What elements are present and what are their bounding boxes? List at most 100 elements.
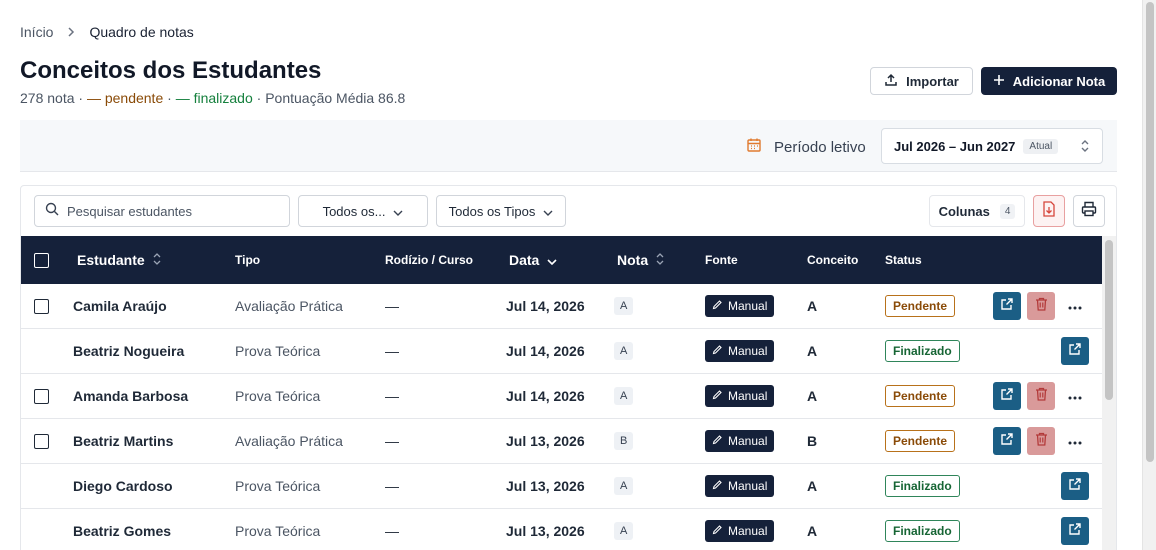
grades-table-card: Todos os... Todos os Tipos Colunas 4 — [20, 185, 1117, 550]
column-header-concept: Conceito — [807, 253, 859, 267]
delete-button[interactable] — [1027, 292, 1055, 320]
open-button[interactable] — [1061, 472, 1089, 500]
more-horizontal-icon — [1068, 297, 1082, 315]
period-value: Jul 2026 – Jun 2027 — [894, 138, 1016, 154]
add-grade-button[interactable]: Adicionar Nota — [981, 67, 1117, 95]
printer-icon — [1081, 201, 1097, 222]
sort-icon — [153, 252, 161, 268]
export-pdf-button[interactable] — [1033, 195, 1065, 227]
pencil-icon — [712, 479, 723, 493]
columns-button[interactable]: Colunas 4 — [929, 195, 1025, 227]
grade-date: Jul 14, 2026 — [506, 298, 585, 314]
page-scrollbar[interactable] — [1142, 0, 1156, 550]
summary-separator: · — [252, 90, 266, 106]
table-scrollbar[interactable] — [1102, 236, 1116, 550]
grade-badge: A — [614, 297, 634, 315]
breadcrumb-current: Quadro de notas — [89, 24, 194, 40]
rotation-course: — — [385, 523, 399, 539]
source-badge: Manual — [705, 295, 775, 317]
source-badge: Manual — [705, 520, 775, 542]
summary-finished: — finalizado — [175, 90, 253, 106]
calendar-icon — [746, 137, 762, 157]
select-all-checkbox[interactable] — [34, 236, 49, 284]
more-actions-button[interactable] — [1061, 382, 1089, 410]
assessment-type: Prova Teórica — [235, 478, 321, 494]
file-download-icon — [1042, 200, 1056, 222]
status-badge: Finalizado — [885, 340, 960, 362]
add-grade-button-label: Adicionar Nota — [1012, 73, 1106, 89]
grade-date: Jul 13, 2026 — [506, 523, 585, 539]
rotation-course: — — [385, 388, 399, 404]
page-title: Conceitos dos Estudantes — [20, 57, 322, 84]
table-row: Amanda Barbosa Prova Teórica — Jul 14, 2… — [21, 374, 1102, 419]
row-checkbox[interactable] — [34, 433, 49, 449]
trash-icon — [1035, 432, 1048, 451]
print-button[interactable] — [1073, 195, 1105, 227]
source-cell: Manual — [705, 419, 775, 463]
breadcrumb-home-link[interactable]: Início — [20, 24, 53, 40]
status-cell: Finalizado — [885, 329, 960, 373]
grade-date: Jul 14, 2026 — [506, 388, 585, 404]
open-button[interactable] — [993, 382, 1021, 410]
delete-button[interactable] — [1027, 382, 1055, 410]
source-badge: Manual — [705, 475, 775, 497]
columns-button-label: Colunas — [938, 203, 990, 219]
open-button[interactable] — [993, 427, 1021, 455]
assessment-type: Avaliação Prática — [235, 433, 343, 449]
status-badge: Finalizado — [885, 475, 960, 497]
status-cell: Finalizado — [885, 464, 960, 508]
table-scrollbar-thumb[interactable] — [1105, 240, 1113, 400]
checkbox[interactable] — [34, 252, 49, 268]
rotation-course: — — [385, 478, 399, 494]
pencil-icon — [712, 524, 723, 538]
student-name: Amanda Barbosa — [73, 388, 189, 404]
summary-separator: · — [74, 90, 87, 106]
grade-badge: A — [614, 477, 634, 495]
source-cell: Manual — [705, 329, 775, 373]
row-checkbox[interactable] — [34, 298, 49, 314]
external-link-icon — [1000, 297, 1014, 316]
more-actions-button[interactable] — [1061, 292, 1089, 320]
column-header-student[interactable]: Estudante — [77, 236, 161, 284]
concept-value: A — [807, 298, 818, 314]
status-cell: Pendente — [885, 284, 956, 328]
more-actions-button[interactable] — [1061, 427, 1089, 455]
column-header-date[interactable]: Data — [509, 236, 557, 284]
table-header: Estudante Tipo Rodízio / Curso Data Nota… — [21, 236, 1102, 284]
source-cell: Manual — [705, 284, 775, 328]
status-badge: Pendente — [885, 385, 956, 407]
column-header-rotation: Rodízio / Curso — [385, 253, 473, 267]
status-filter-dropdown[interactable]: Todos os... — [298, 195, 428, 227]
open-button[interactable] — [1061, 337, 1089, 365]
page: Início Quadro de notas Conceitos dos Est… — [0, 0, 1142, 550]
search-input[interactable] — [67, 203, 267, 219]
period-current-badge: Atual — [1023, 138, 1059, 154]
source-label: Manual — [728, 434, 768, 448]
import-button[interactable]: Importar — [870, 67, 973, 95]
status-cell: Pendente — [885, 374, 956, 418]
assessment-type: Prova Teórica — [235, 388, 321, 404]
page-scrollbar-thumb[interactable] — [1146, 2, 1154, 462]
rotation-course: — — [385, 298, 399, 314]
concept-value: A — [807, 388, 818, 404]
delete-button[interactable] — [1027, 427, 1055, 455]
open-button[interactable] — [993, 292, 1021, 320]
source-badge: Manual — [705, 430, 775, 452]
student-name: Beatriz Nogueira — [73, 343, 185, 359]
period-select[interactable]: Jul 2026 – Jun 2027 Atual — [881, 128, 1103, 164]
row-checkbox[interactable] — [34, 388, 49, 404]
trash-icon — [1035, 297, 1048, 316]
pencil-icon — [712, 344, 723, 358]
student-name: Beatriz Gomes — [73, 523, 172, 539]
source-cell: Manual — [705, 374, 775, 418]
rotation-course: — — [385, 433, 399, 449]
chevron-down-icon — [543, 204, 553, 219]
summary-average: Pontuação Média 86.8 — [265, 90, 406, 106]
concept-value: B — [807, 433, 818, 449]
trash-icon — [1035, 387, 1048, 406]
grade-badge: A — [614, 387, 634, 405]
period-label: Período letivo — [774, 138, 866, 156]
column-header-grade[interactable]: Nota — [617, 236, 664, 284]
type-filter-dropdown[interactable]: Todos os Tipos — [436, 195, 566, 227]
open-button[interactable] — [1061, 517, 1089, 545]
